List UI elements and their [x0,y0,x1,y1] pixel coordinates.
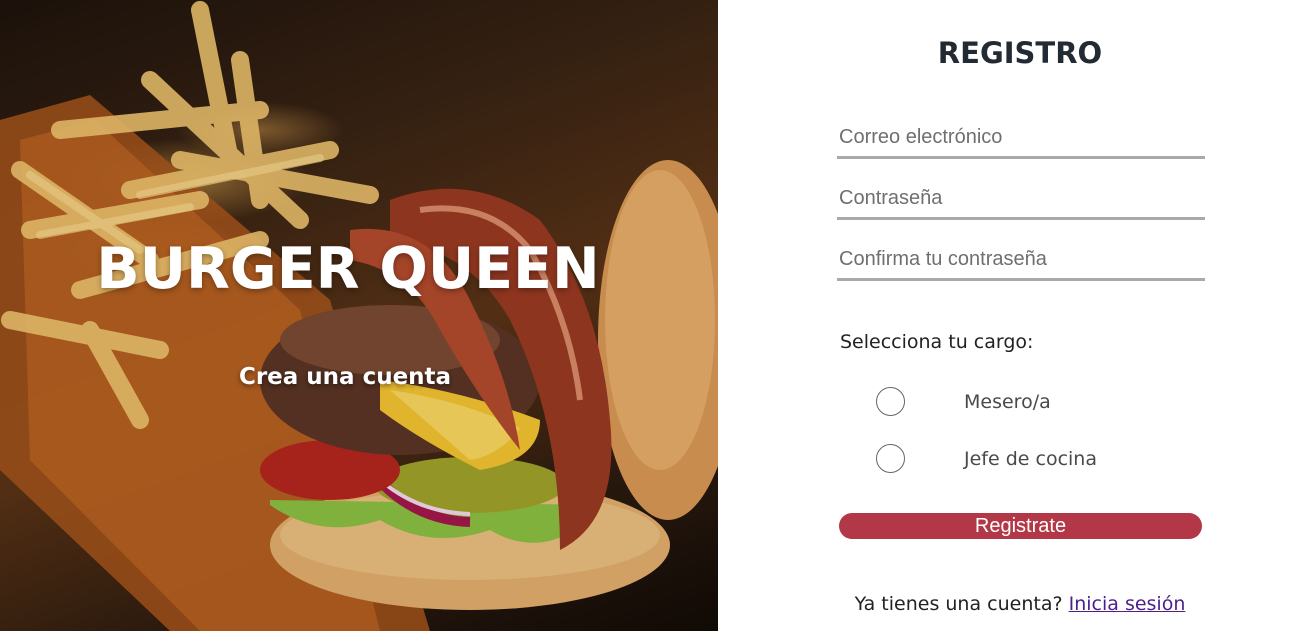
hero-image: BURGER QUEEN Crea una cuenta [0,0,718,631]
login-prompt: Ya tienes una cuenta? Inicia sesión [718,593,1298,615]
radio-button-chef[interactable] [876,444,905,473]
register-page: BURGER QUEEN Crea una cuenta REGISTRO Se… [0,0,1298,631]
role-option-label: Jefe de cocina [964,447,1097,470]
hero-subtitle: Crea una cuenta [238,364,452,390]
login-link[interactable]: Inicia sesión [1069,593,1186,615]
register-button[interactable]: Registrate [839,513,1202,539]
email-field[interactable] [837,119,1205,159]
burger-illustration [0,0,718,631]
role-option-label: Mesero/a [964,390,1051,413]
role-option-waiter[interactable]: Mesero/a [876,387,1051,416]
hero-title: BURGER QUEEN [96,236,600,302]
confirm-password-field[interactable] [837,241,1205,281]
form-title: REGISTRO [937,36,1103,70]
radio-button-waiter[interactable] [876,387,905,416]
role-label: Selecciona tu cargo: [840,331,1034,353]
role-option-chef[interactable]: Jefe de cocina [876,444,1097,473]
register-panel: REGISTRO Selecciona tu cargo: Mesero/a J… [718,0,1298,631]
login-prompt-text: Ya tienes una cuenta? [854,593,1063,615]
password-field[interactable] [837,180,1205,220]
